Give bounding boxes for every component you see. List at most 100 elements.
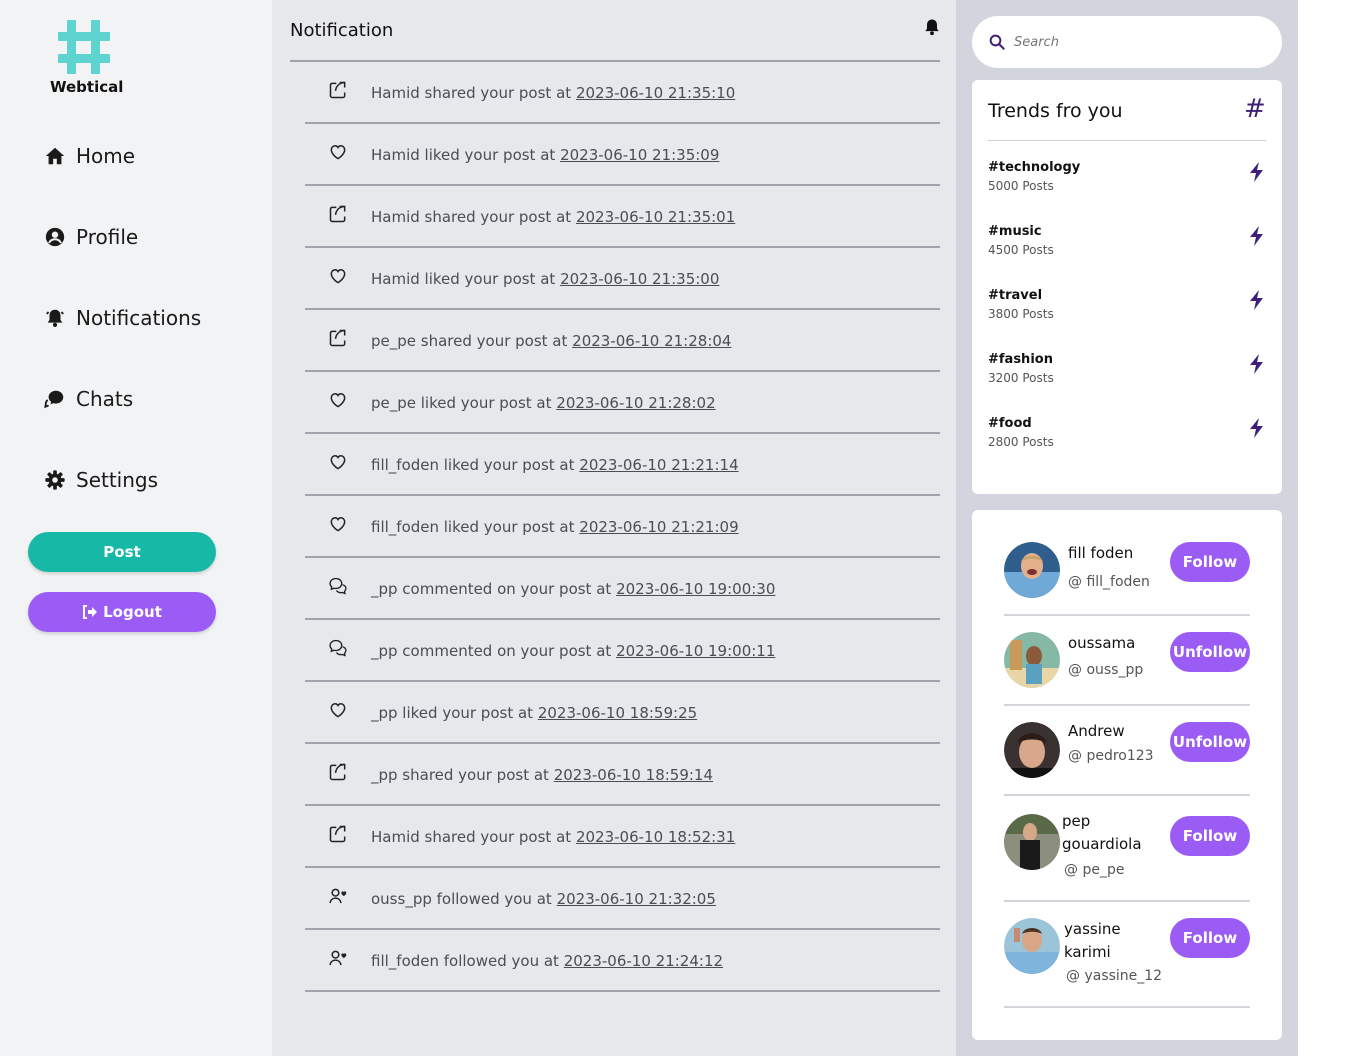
user-heart-icon [328,948,348,968]
logout-button[interactable]: Logout [28,592,216,632]
notification-text: ouss_pp followed you at 2023-06-10 21:32… [371,890,716,908]
notification-time-link[interactable]: 2023-06-10 19:00:11 [616,642,775,660]
notification-row: pe_pe liked your post at 2023-06-10 21:2… [305,372,940,434]
heart-icon [328,266,348,286]
notification-time-link[interactable]: 2023-06-10 18:59:14 [554,766,713,784]
notification-message: Hamid shared your post at [371,84,572,102]
lightning-icon [1250,226,1263,246]
notification-time-link[interactable]: 2023-06-10 21:32:05 [557,890,716,908]
notification-row: ouss_pp followed you at 2023-06-10 21:32… [305,868,940,930]
lightning-icon [1250,354,1263,374]
logo[interactable]: Webtical [50,18,124,96]
search-bar[interactable] [972,16,1282,68]
notification-row: Hamid shared your post at 2023-06-10 21:… [305,186,940,248]
notification-row: fill_foden liked your post at 2023-06-10… [305,496,940,558]
brand-name: Webtical [50,78,124,96]
nav-notifications[interactable]: Notifications [44,306,201,330]
avatar[interactable] [1004,918,1060,974]
notification-row: pe_pe shared your post at 2023-06-10 21:… [305,310,940,372]
trend-item[interactable]: #travel 3800 Posts [988,288,1266,328]
notification-row: _pp liked your post at 2023-06-10 18:59:… [305,682,940,744]
notification-time-link[interactable]: 2023-06-10 21:35:09 [560,146,719,164]
notification-time-link[interactable]: 2023-06-10 21:28:02 [556,394,715,412]
search-input[interactable] [1014,34,1254,50]
comment-icon [328,576,348,596]
suggested-user: fill foden @ fill_foden Follow [1004,526,1250,616]
follow-button[interactable]: Follow [1170,816,1250,856]
avatar[interactable] [1004,632,1060,688]
notification-message: fill_foden liked your post at [371,456,575,474]
lightning-icon [1250,418,1263,438]
trend-tag: #travel [988,288,1043,303]
nav-settings[interactable]: Settings [44,468,158,492]
home-icon [45,147,65,165]
heart-icon [328,700,348,720]
trend-item[interactable]: #music 4500 Posts [988,224,1266,264]
suggested-user-name: Andrew [1068,722,1125,740]
notification-row: Hamid liked your post at 2023-06-10 21:3… [305,124,940,186]
bell-icon[interactable] [922,16,942,38]
suggested-user-name: fill foden [1068,544,1134,562]
notifications-panel: Notification Hamid shared your post at 2… [272,0,956,1056]
avatar[interactable] [1004,542,1060,598]
suggested-user-handle: @ yassine_12 [1066,968,1163,984]
notification-row: fill_foden followed you at 2023-06-10 21… [305,930,940,992]
unfollow-button[interactable]: Unfollow [1170,722,1250,762]
trend-item[interactable]: #fashion 3200 Posts [988,352,1266,392]
post-button[interactable]: Post [28,532,216,572]
avatar[interactable] [1004,814,1060,870]
notification-message: pe_pe shared your post at [371,332,568,350]
notification-time-link[interactable]: 2023-06-10 21:21:09 [579,518,738,536]
nav-profile[interactable]: Profile [44,225,138,249]
avatar[interactable] [1004,722,1060,778]
suggested-user: oussama @ ouss_pp Unfollow [1004,616,1250,706]
follow-button[interactable]: Follow [1170,918,1250,958]
trend-tag: #fashion [988,352,1053,367]
notification-text: fill_foden liked your post at 2023-06-10… [371,518,739,536]
search-icon [989,34,1005,50]
trend-count: 4500 Posts [988,243,1054,257]
notification-time-link[interactable]: 2023-06-10 21:21:14 [579,456,738,474]
heart-icon [328,390,348,410]
notification-time-link[interactable]: 2023-06-10 18:59:25 [538,704,697,722]
notification-message: fill_foden liked your post at [371,518,575,536]
user-heart-icon [328,886,348,906]
suggested-user: pep gouardiola @ pe_pe Follow [1004,796,1250,902]
trend-count: 3800 Posts [988,307,1054,321]
gear-icon [45,470,65,490]
nav-notifications-label: Notifications [76,306,202,330]
notification-text: Hamid shared your post at 2023-06-10 18:… [371,828,735,846]
share-icon [328,80,348,100]
notification-time-link[interactable]: 2023-06-10 19:00:30 [616,580,775,598]
trends-title: Trends fro you [988,100,1123,122]
notification-time-link[interactable]: 2023-06-10 21:35:00 [560,270,719,288]
user-circle-icon [45,227,65,247]
notification-time-link[interactable]: 2023-06-10 21:35:10 [576,84,735,102]
follow-button[interactable]: Follow [1170,542,1250,582]
notification-row: Hamid shared your post at 2023-06-10 18:… [305,806,940,868]
unfollow-button[interactable]: Unfollow [1170,632,1250,672]
share-icon [328,204,348,224]
trend-item[interactable]: #technology 5000 Posts [988,160,1266,200]
notification-time-link[interactable]: 2023-06-10 21:35:01 [576,208,735,226]
notification-time-link[interactable]: 2023-06-10 18:52:31 [576,828,735,846]
notification-message: ouss_pp followed you at [371,890,552,908]
comment-icon [328,638,348,658]
notification-message: _pp commented on your post at [371,580,612,598]
share-icon [328,328,348,348]
notification-time-link[interactable]: 2023-06-10 21:28:04 [572,332,731,350]
notification-list: Hamid shared your post at 2023-06-10 21:… [305,62,940,992]
heart-icon [328,142,348,162]
logout-icon [83,605,98,619]
notification-message: Hamid liked your post at [371,146,556,164]
bell-icon [46,309,64,327]
share-icon [328,824,348,844]
nav-home[interactable]: Home [44,144,135,168]
notification-row: _pp commented on your post at 2023-06-10… [305,558,940,620]
nav-chats[interactable]: Chats [44,387,133,411]
lightning-icon [1250,290,1263,310]
suggested-user-handle: @ fill_foden [1068,574,1150,590]
trend-item[interactable]: #food 2800 Posts [988,416,1266,456]
notification-time-link[interactable]: 2023-06-10 21:24:12 [564,952,723,970]
suggested-user-handle: @ ouss_pp [1068,662,1144,678]
